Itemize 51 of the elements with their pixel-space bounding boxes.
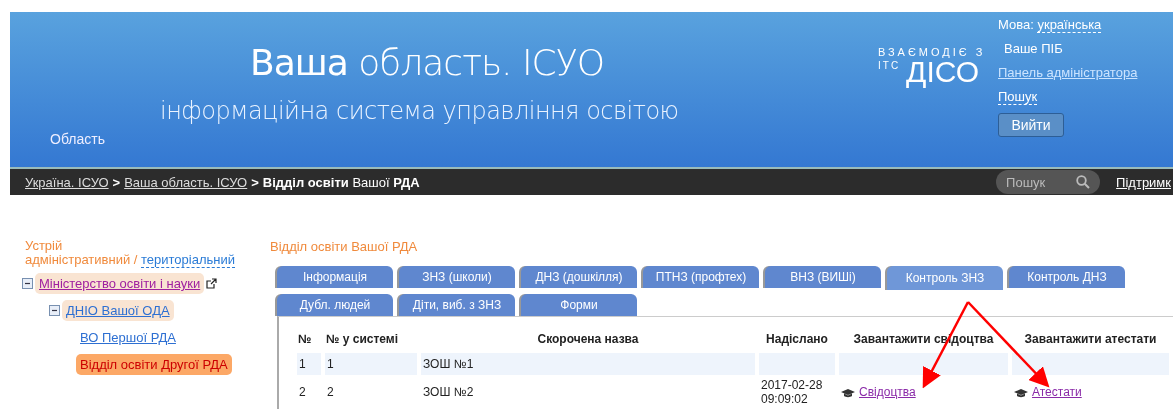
support-link[interactable]: Підтримк [1116, 174, 1171, 190]
site-title: Ваша область. ІСУО [250, 42, 606, 83]
table-cell-text: 2 [326, 384, 335, 401]
breadcrumb-separator: > [112, 174, 121, 190]
search-icon [1076, 175, 1091, 189]
tab[interactable]: Дубл. людей [277, 294, 393, 316]
site-subtitle: інформаційна система управління освітою [160, 97, 680, 125]
region-label: Область [50, 131, 106, 147]
tab[interactable]: ВНЗ (ВИШі) [765, 266, 881, 288]
table-cell: 1 [297, 353, 321, 375]
tab[interactable]: ЗНЗ (школи) [399, 266, 515, 288]
territorial-toggle[interactable]: територіальний [141, 252, 235, 268]
language-label: Мова: [998, 17, 1035, 32]
attestats-link[interactable]: Атестати [1032, 385, 1082, 399]
certificates-link[interactable]: Свідоцтва [859, 385, 916, 399]
breadcrumb-current: Відділ освіти Вашої РДА [262, 174, 420, 190]
tab[interactable]: Форми [521, 294, 637, 316]
collapse-toggle[interactable] [49, 305, 60, 316]
graduation-cap-icon [841, 387, 855, 398]
tab[interactable]: Діти, виб. з ЗНЗ [399, 294, 515, 316]
admin-panel-link[interactable]: Панель адміністратора [998, 65, 1138, 80]
table-cell: ЗОШ №1 [421, 353, 755, 375]
search-link[interactable]: Пошук [998, 89, 1038, 105]
table-cell: 1 [325, 353, 417, 375]
partner-caption: ВЗАЄМОДІЄ З [878, 46, 987, 58]
tab[interactable]: Контроль ДНЗ [1009, 266, 1125, 288]
user-name: Ваше ПІБ [1004, 41, 1064, 56]
language-selector[interactable]: українська [1037, 17, 1102, 33]
tab[interactable]: Контроль ЗНЗ [887, 266, 1003, 290]
administrative-label: адміністративний / [25, 252, 139, 267]
section-title: Відділ освіти Вашої РДА [270, 239, 419, 254]
collapse-toggle[interactable] [22, 278, 33, 289]
structure-label: Устрій [25, 239, 64, 253]
table-cell-text: 2017-02-28 09:09:02 [760, 378, 824, 406]
breadcrumb-link[interactable]: Україна. ІСУО [25, 174, 109, 190]
search-field[interactable]: Пошук [996, 170, 1101, 194]
tree-item[interactable]: ДНІО Вашої ОДА [62, 300, 174, 321]
breadcrumb-separator: > [251, 174, 259, 190]
tree-item[interactable]: Міністерство освіти і науки [35, 273, 205, 294]
tree-item[interactable]: Відділ освіти Другої РДА [76, 354, 232, 375]
partner-logo: ДІСО [906, 58, 980, 86]
breadcrumb-link[interactable]: Ваша область. ІСУО [124, 174, 248, 190]
table-cell-text: ЗОШ №2 [422, 384, 475, 401]
tab[interactable]: Інформація [277, 266, 393, 288]
table-cell-text: 2 [298, 384, 307, 401]
logout-button[interactable]: Вийти [998, 113, 1064, 137]
partner-prefix: ІТС [878, 60, 901, 71]
tab[interactable]: ДНЗ (дошкілля) [521, 266, 637, 288]
tab[interactable]: ПТНЗ (профтех) [643, 266, 759, 288]
graduation-cap-icon [1014, 387, 1028, 398]
tree-item[interactable]: ВО Першої РДА [76, 327, 180, 348]
